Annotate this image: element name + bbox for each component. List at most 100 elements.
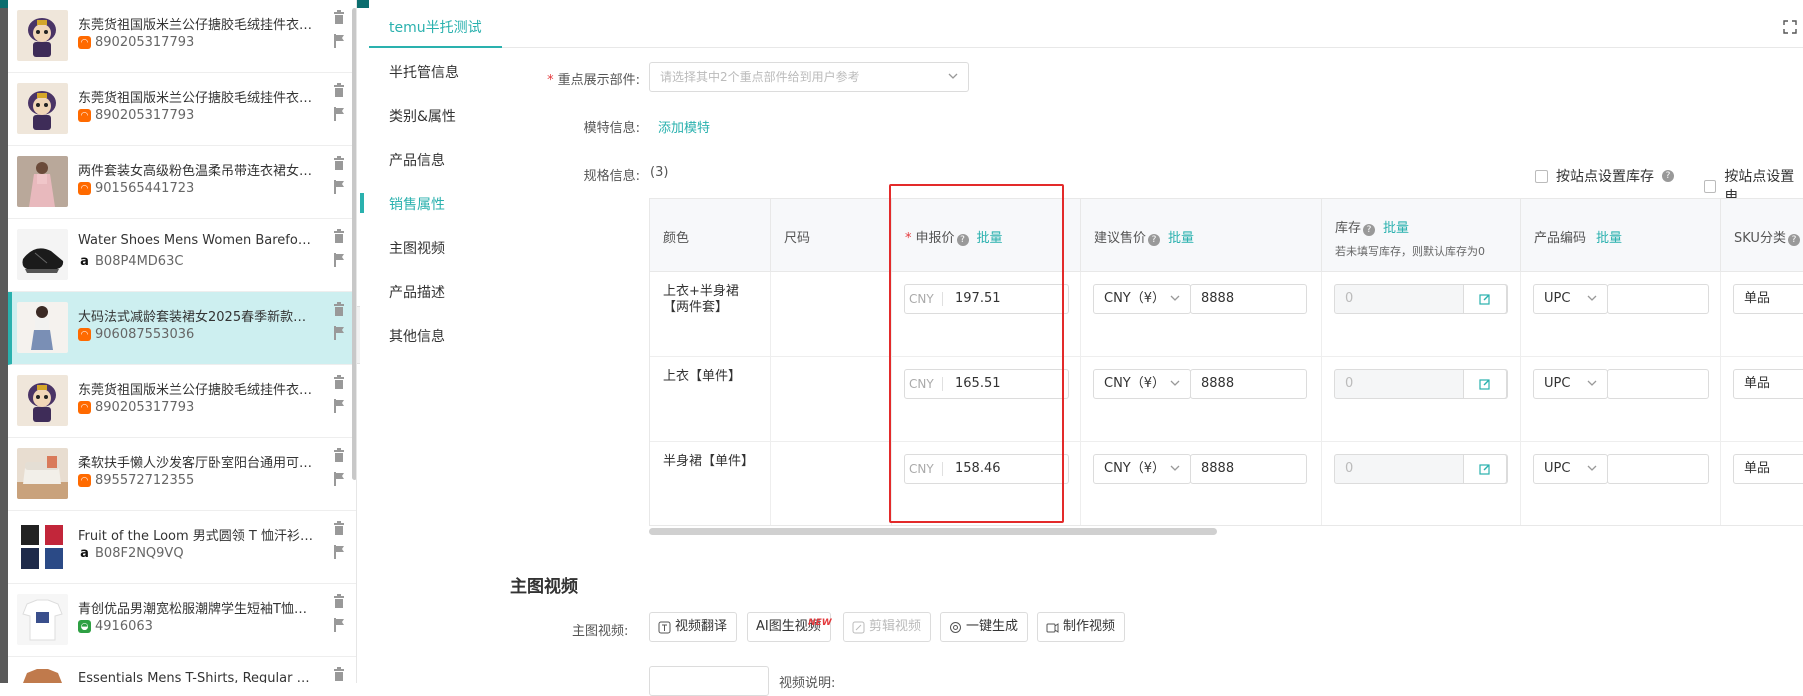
overlay-edge xyxy=(0,8,8,683)
code-value-input[interactable] xyxy=(1607,284,1709,314)
stock-by-site-checkbox[interactable]: 按站点设置库存? xyxy=(1535,166,1674,186)
product-title: 青创优品男潮宽松服潮牌学生短袖T恤… xyxy=(78,602,307,617)
suggest-price-input[interactable]: 8888 xyxy=(1190,454,1307,484)
product-title: 东莞货祖国版米兰公仔搪胶毛绒挂件衣… xyxy=(78,91,313,106)
pdd-source-icon: ◒ xyxy=(78,620,91,633)
stock-input[interactable]: 0 xyxy=(1334,369,1508,399)
product-thumbnail xyxy=(17,448,68,499)
chevron-down-icon xyxy=(1587,295,1597,301)
trash-icon[interactable] xyxy=(333,156,345,170)
tab-temu[interactable]: temu半托测试 xyxy=(369,0,502,48)
product-title: 柔软扶手懒人沙发客厅卧室阳台通用可… xyxy=(78,456,313,471)
code-type-select[interactable]: UPC xyxy=(1533,454,1608,484)
trash-icon[interactable] xyxy=(333,594,345,608)
fullscreen-icon[interactable] xyxy=(1783,20,1797,34)
stock-input[interactable]: 0 xyxy=(1334,454,1508,484)
col-color: 颜色 xyxy=(663,231,690,246)
product-item[interactable]: 两件套装女高级粉色温柔吊带连衣裙女… ◠ 901565441723 xyxy=(8,146,356,219)
video-icon xyxy=(1046,622,1059,633)
sku-class-select[interactable]: 单品 xyxy=(1733,369,1803,399)
sku-table: 颜色 尺码 * 申报价? 批量 建议售价? 批量 库存? 批量 若未填写库存，则默认库存… xyxy=(649,198,1803,526)
declared-price-input[interactable]: CNY 197.51 xyxy=(904,284,1069,314)
batch-declared-link[interactable]: 批量 xyxy=(977,231,1003,246)
spec-count: (3) xyxy=(650,165,669,180)
scissors-icon xyxy=(852,621,865,633)
code-type-select[interactable]: UPC xyxy=(1533,284,1608,314)
suggest-price-input[interactable]: 8888 xyxy=(1190,369,1307,399)
product-item[interactable]: 柔软扶手懒人沙发客厅卧室阳台通用可… ◠ 895572712355 xyxy=(8,438,356,511)
flag-icon[interactable] xyxy=(333,545,345,559)
flag-icon[interactable] xyxy=(333,472,345,486)
flag-icon[interactable] xyxy=(333,180,345,194)
flag-icon[interactable] xyxy=(333,107,345,121)
flag-icon[interactable] xyxy=(333,399,345,413)
product-item[interactable]: 东莞货祖国版米兰公仔搪胶毛绒挂件衣… ◠ 890205317793 xyxy=(8,0,356,73)
suggest-currency-select[interactable]: CNY（¥） xyxy=(1093,369,1191,399)
translate-icon xyxy=(658,621,671,633)
menu-item-other[interactable]: 其他信息 xyxy=(389,326,445,346)
flag-icon[interactable] xyxy=(333,34,345,48)
product-item-active[interactable]: 大码法式减龄套装裙女2025春季新款小… ◠ 906087553036 xyxy=(8,292,356,365)
help-icon: ? xyxy=(1662,170,1674,182)
suggest-currency-select[interactable]: CNY（¥） xyxy=(1093,284,1191,314)
product-item[interactable]: Water Shoes Mens Women Barefoot S… a B08P… xyxy=(8,219,356,292)
ai-video-button[interactable]: AI图生视频 NEW xyxy=(747,612,832,642)
suggest-currency-select[interactable]: CNY（¥） xyxy=(1093,454,1191,484)
batch-code-link[interactable]: 批量 xyxy=(1596,231,1622,246)
video-upload-box[interactable] xyxy=(649,666,769,696)
batch-suggested-link[interactable]: 批量 xyxy=(1168,231,1194,246)
edit-video-button[interactable]: 剪辑视频 xyxy=(843,612,932,642)
product-thumbnail xyxy=(17,229,68,280)
add-model-link[interactable]: 添加模特 xyxy=(658,117,710,136)
product-title: 东莞货祖国版米兰公仔搪胶毛绒挂件衣… xyxy=(78,383,313,398)
flag-icon[interactable] xyxy=(333,618,345,632)
product-item[interactable]: 东莞货祖国版米兰公仔搪胶毛绒挂件衣… ◠ 890205317793 xyxy=(8,73,356,146)
menu-item-product-info[interactable]: 产品信息 xyxy=(389,150,445,170)
edit-icon[interactable] xyxy=(1463,284,1507,314)
product-thumbnail xyxy=(17,375,68,426)
code-value-input[interactable] xyxy=(1607,454,1709,484)
product-item[interactable]: 东莞货祖国版米兰公仔搪胶毛绒挂件衣… ◠ 890205317793 xyxy=(8,365,356,438)
product-item[interactable]: Essentials Mens T-Shirts, Regular Fit… xyxy=(8,657,356,683)
edit-icon[interactable] xyxy=(1463,369,1507,399)
video-translate-button[interactable]: 视频翻译 xyxy=(649,612,738,642)
col-size: 尺码 xyxy=(784,231,811,246)
trash-icon[interactable] xyxy=(333,375,345,389)
flag-icon[interactable] xyxy=(333,253,345,267)
menu-item-description[interactable]: 产品描述 xyxy=(389,282,445,302)
table-horizontal-scrollbar[interactable] xyxy=(649,528,1217,535)
menu-item-main-video[interactable]: 主图视频 xyxy=(389,238,445,258)
trash-icon[interactable] xyxy=(333,448,345,462)
product-title: 大码法式减龄套装裙女2025春季新款小… xyxy=(78,310,316,325)
product-thumbnail xyxy=(17,302,68,353)
code-type-select[interactable]: UPC xyxy=(1533,369,1608,399)
sku-class-select[interactable]: 单品 xyxy=(1733,284,1803,314)
product-item[interactable]: Fruit of the Loom 男式圆领 T 恤汗衫,吸… a B08F2NQ… xyxy=(8,511,356,584)
sku-class-select[interactable]: 单品 xyxy=(1733,454,1803,484)
one-click-generate-button[interactable]: 一键生成 xyxy=(940,612,1029,642)
product-item[interactable]: 青创优品男潮宽松服潮牌学生短袖T恤… ◒ 4916063 xyxy=(8,584,356,657)
code-value-input[interactable] xyxy=(1607,369,1709,399)
menu-item-category[interactable]: 类别&属性 xyxy=(389,106,456,126)
make-video-button[interactable]: 制作视频 xyxy=(1037,612,1126,642)
edit-icon[interactable] xyxy=(1463,454,1507,484)
trash-icon[interactable] xyxy=(333,521,345,535)
batch-stock-link[interactable]: 批量 xyxy=(1383,221,1409,236)
trash-icon[interactable] xyxy=(333,302,345,316)
flag-icon[interactable] xyxy=(333,326,345,340)
declared-price-input[interactable]: CNY 165.51 xyxy=(904,369,1069,399)
declared-price-input[interactable]: CNY 158.46 xyxy=(904,454,1069,484)
stock-input[interactable]: 0 xyxy=(1334,284,1508,314)
suggest-price-input[interactable]: 8888 xyxy=(1190,284,1307,314)
product-list-scrollbar[interactable] xyxy=(352,8,356,480)
product-title: 东莞货祖国版米兰公仔搪胶毛绒挂件衣… xyxy=(78,18,313,33)
trash-icon[interactable] xyxy=(333,10,345,24)
menu-item-semi-managed[interactable]: 半托管信息 xyxy=(389,62,459,82)
trash-icon[interactable] xyxy=(333,83,345,97)
key-parts-select[interactable]: 请选择其中2个重点部件给到用户参考 xyxy=(649,62,969,92)
trash-icon[interactable] xyxy=(333,667,345,681)
1688-source-icon: ◠ xyxy=(78,474,91,487)
product-title: Essentials Mens T-Shirts, Regular Fit… xyxy=(78,671,316,683)
trash-icon[interactable] xyxy=(333,229,345,243)
menu-item-sales-attributes[interactable]: 销售属性 xyxy=(389,194,445,214)
